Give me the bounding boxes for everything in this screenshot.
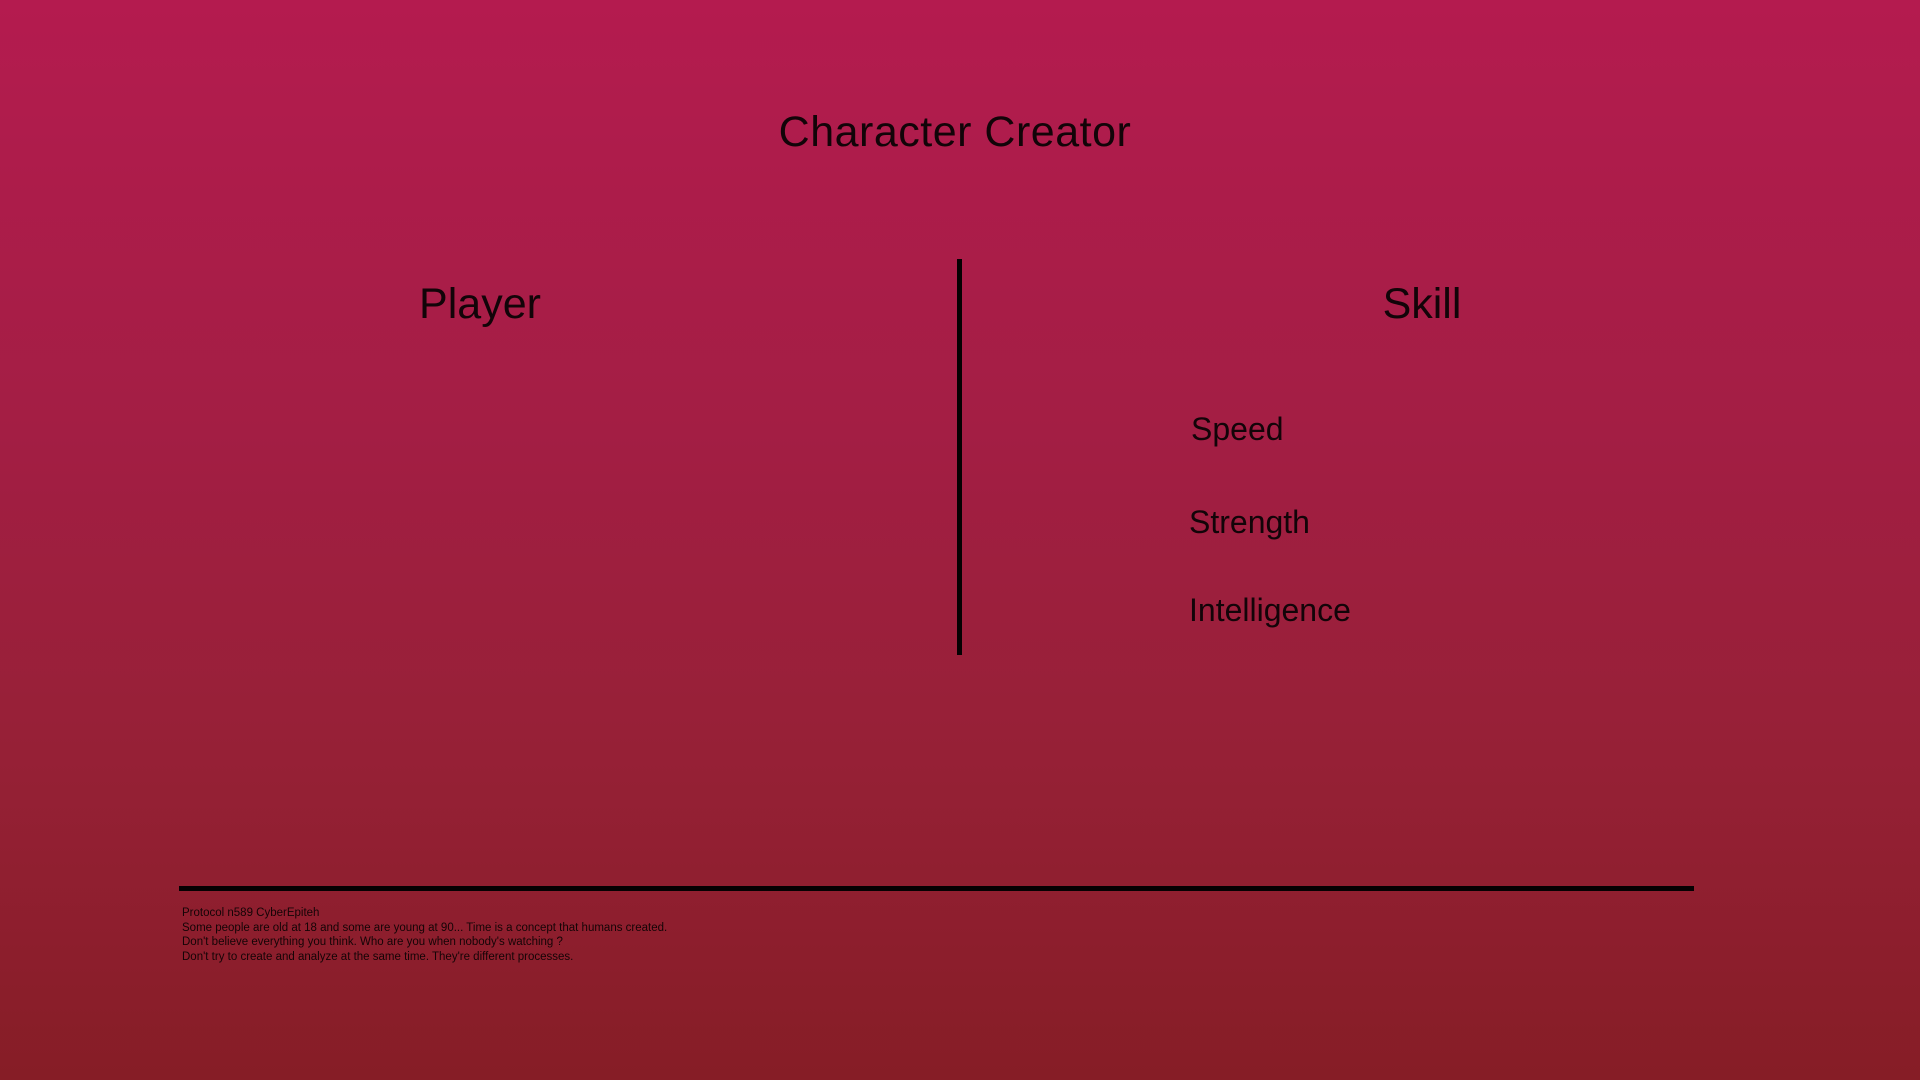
footer-line-quote-2: Don't believe everything you think. Who … xyxy=(182,936,563,948)
skill-item-speed[interactable]: Speed xyxy=(1191,411,1284,448)
column-divider xyxy=(957,259,962,655)
skill-heading: Skill xyxy=(1382,280,1462,328)
footer-line-protocol: Protocol n589 CyberEpiteh xyxy=(182,907,320,919)
page-title: Character Creator xyxy=(778,108,1132,156)
footer-line-quote-1: Some people are old at 18 and some are y… xyxy=(182,921,668,934)
player-heading: Player xyxy=(419,280,541,328)
footer-notes: Protocol n589 CyberEpiteh Some people ar… xyxy=(182,906,667,964)
footer-line-quote-3: Don't try to create and analyze at the s… xyxy=(182,950,574,963)
skill-item-strength[interactable]: Strength xyxy=(1189,504,1310,541)
skill-item-intelligence[interactable]: Intelligence xyxy=(1189,592,1351,629)
footer-divider xyxy=(179,886,1694,891)
